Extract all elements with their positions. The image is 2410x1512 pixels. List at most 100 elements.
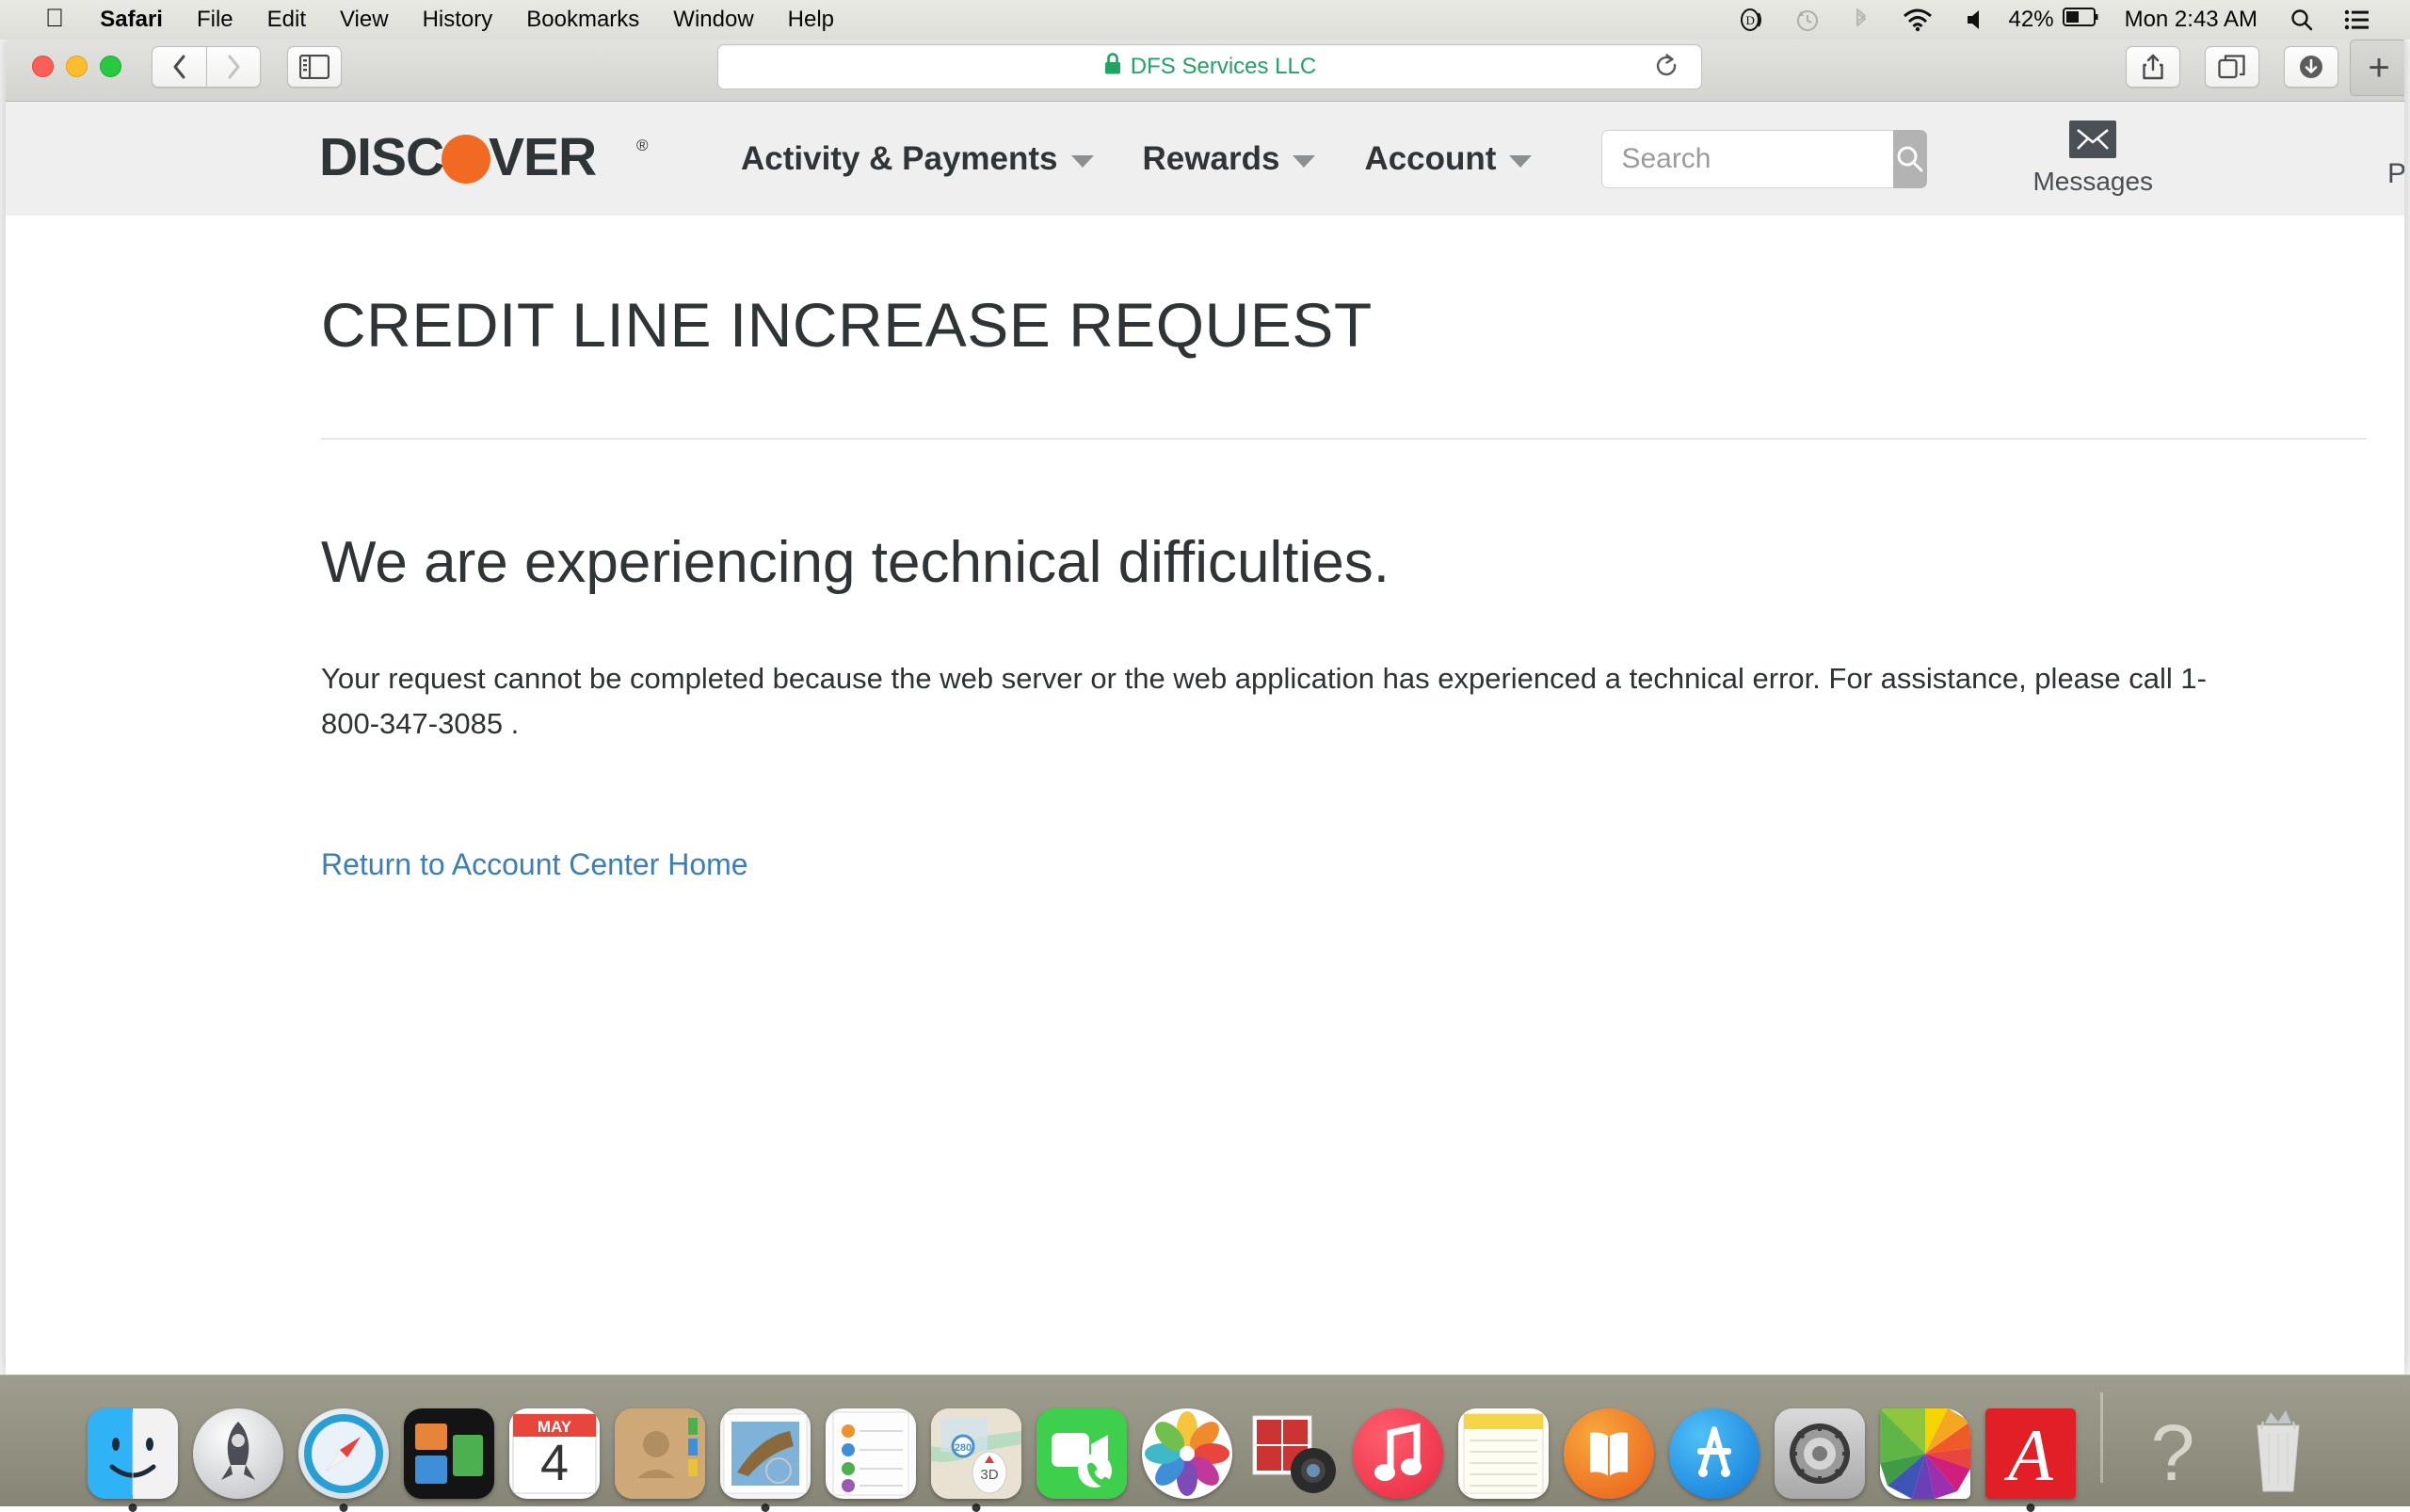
menu-view[interactable]: View xyxy=(323,0,406,40)
dock-item-facetime[interactable] xyxy=(1033,1401,1131,1499)
running-indicator xyxy=(2026,1504,2034,1512)
tab-overview-button[interactable] xyxy=(2205,46,2259,88)
search-submit-button[interactable] xyxy=(1893,130,1927,188)
running-indicator xyxy=(339,1504,347,1512)
battery-icon xyxy=(2063,7,2100,34)
section-divider xyxy=(321,438,2367,440)
dock-item-adobe-reader[interactable]: A xyxy=(1982,1401,2080,1499)
discover-logo[interactable]: DISC VER ® xyxy=(319,130,658,188)
menu-help[interactable]: Help xyxy=(771,0,851,40)
menu-bar-status-items: D 42% Mon 2:43 AM xyxy=(1723,0,2410,40)
svg-text:?: ? xyxy=(2150,1408,2194,1497)
zoom-window-button[interactable] xyxy=(100,56,121,77)
menu-file[interactable]: File xyxy=(180,0,250,40)
search-input[interactable] xyxy=(1601,130,1893,188)
show-sidebar-button[interactable] xyxy=(287,46,342,88)
dock-item-trash[interactable] xyxy=(2229,1401,2327,1499)
messages-item[interactable]: Messages xyxy=(2032,121,2153,197)
nav-label: Rewards xyxy=(1143,140,1280,178)
menu-history[interactable]: History xyxy=(406,0,510,40)
menu-safari[interactable]: Safari xyxy=(83,0,180,40)
minimize-window-button[interactable] xyxy=(66,56,88,77)
messages-label: Messages xyxy=(2032,167,2153,197)
dropbox-icon[interactable]: D xyxy=(1723,0,1779,40)
volume-icon[interactable] xyxy=(1949,0,2001,40)
running-indicator xyxy=(128,1504,137,1512)
forward-button[interactable] xyxy=(206,46,261,88)
address-bar[interactable]: DFS Services LLC xyxy=(717,44,1702,89)
dock-item-reminders[interactable] xyxy=(822,1401,920,1499)
address-bar-title: DFS Services LLC xyxy=(1131,54,1316,80)
battery-status[interactable]: 42% xyxy=(2001,7,2108,34)
reload-button[interactable] xyxy=(1654,53,1680,81)
dock-item-photo-booth[interactable] xyxy=(1244,1401,1342,1499)
menu-window[interactable]: Window xyxy=(656,0,770,40)
svg-text:DISC: DISC xyxy=(319,130,443,187)
chevron-down-icon xyxy=(1509,155,1532,168)
dock-item-finder[interactable] xyxy=(84,1401,182,1499)
time-machine-icon[interactable] xyxy=(1779,0,1836,40)
dock-item-maps[interactable]: 2803D xyxy=(927,1401,1025,1499)
close-window-button[interactable] xyxy=(32,56,54,77)
bluetooth-icon[interactable] xyxy=(1836,0,1887,40)
apple-logo-icon[interactable]:  xyxy=(26,0,83,37)
nav-label: Activity & Payments xyxy=(741,140,1058,178)
dock-item-ibooks[interactable] xyxy=(1560,1401,1658,1499)
dock-item-contacts[interactable] xyxy=(611,1401,709,1499)
main-navigation: Activity & Payments Rewards Account xyxy=(716,140,1556,178)
share-button[interactable] xyxy=(2126,46,2180,88)
svg-text:A: A xyxy=(2003,1414,2053,1496)
page-main-content: CREDIT LINE INCREASE REQUEST We are expe… xyxy=(6,289,2404,882)
menu-bookmarks[interactable]: Bookmarks xyxy=(509,0,656,40)
menu-bar-clock[interactable]: Mon 2:43 AM xyxy=(2108,7,2274,33)
lock-icon xyxy=(1103,52,1122,82)
page-title: CREDIT LINE INCREASE REQUEST xyxy=(321,289,2329,361)
spotlight-search-icon[interactable] xyxy=(2274,0,2329,40)
dock-item-app-store[interactable] xyxy=(1665,1401,1763,1499)
dock-item-itunes[interactable] xyxy=(1349,1401,1447,1499)
menu-bar-app-menus:  Safari File Edit View History Bookmark… xyxy=(0,0,851,40)
running-indicator xyxy=(972,1504,980,1512)
nav-label: Account xyxy=(1364,140,1496,178)
downloads-button[interactable] xyxy=(2284,46,2338,88)
dock-item-calendar[interactable]: MAY4 xyxy=(506,1401,603,1499)
return-to-account-center-link[interactable]: Return to Account Center Home xyxy=(321,847,748,882)
dock-item-safari[interactable] xyxy=(295,1401,393,1499)
wifi-icon[interactable] xyxy=(1887,0,1949,40)
nav-activity-and-payments[interactable]: Activity & Payments xyxy=(716,140,1118,178)
svg-text:®: ® xyxy=(636,137,649,154)
battery-percent: 42% xyxy=(2009,7,2054,33)
nav-rewards[interactable]: Rewards xyxy=(1118,140,1341,178)
error-headline: We are experiencing technical difficulti… xyxy=(321,529,2329,596)
site-header: DISC VER ® Activity & Payments Rewards A… xyxy=(6,102,2404,216)
calendar-month: MAY xyxy=(537,1418,571,1436)
error-body-text: Your request cannot be completed because… xyxy=(321,656,2232,746)
svg-text:VER: VER xyxy=(489,130,596,187)
chevron-down-icon xyxy=(1293,155,1315,168)
calendar-day: 4 xyxy=(539,1435,568,1491)
running-indicator xyxy=(761,1504,769,1512)
back-button[interactable] xyxy=(152,46,206,88)
svg-text:280: 280 xyxy=(954,1442,971,1454)
dock-item-notes[interactable] xyxy=(1454,1401,1552,1499)
site-search xyxy=(1601,130,1780,188)
notification-center-icon[interactable] xyxy=(2329,0,2386,40)
address-bar-content: DFS Services LLC xyxy=(1103,52,1316,82)
navigation-buttons xyxy=(152,46,261,88)
dock-item-launchpad[interactable] xyxy=(189,1401,287,1499)
profile-item-clipped[interactable]: P xyxy=(2387,158,2404,190)
dock-item-photos[interactable] xyxy=(1138,1401,1236,1499)
dock-item-mission-control[interactable] xyxy=(400,1401,498,1499)
window-traffic-lights xyxy=(6,56,121,77)
new-tab-button[interactable]: + xyxy=(2350,40,2404,96)
dock-item-system-preferences[interactable] xyxy=(1771,1401,1869,1499)
dock-item-help[interactable]: ? xyxy=(2124,1401,2222,1499)
nav-account[interactable]: Account xyxy=(1340,140,1556,178)
menu-edit[interactable]: Edit xyxy=(250,0,323,40)
mac-dock: MAY4 2803D xyxy=(0,1375,2410,1506)
dock-item-mail[interactable] xyxy=(716,1401,814,1499)
safari-toolbar: DFS Services LLC + xyxy=(6,32,2404,102)
svg-text:D: D xyxy=(1745,13,1754,27)
dock-item-iphoto[interactable] xyxy=(1876,1401,1974,1499)
envelope-icon xyxy=(2069,121,2116,158)
